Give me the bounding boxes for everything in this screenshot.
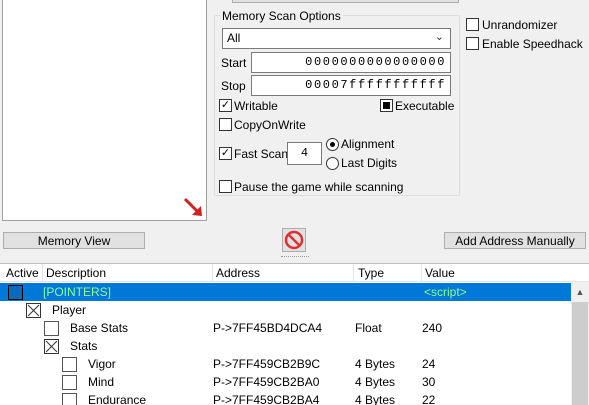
pause-game-checkbox[interactable] [219, 180, 232, 193]
table-row[interactable]: Endurance P->7FF459CB2BA4 4 Bytes 22 [0, 391, 571, 405]
row-description: Stats [70, 339, 98, 353]
row-value: 30 [422, 375, 436, 389]
pause-game-label: Pause the game while scanning [234, 180, 404, 194]
stop-icon [284, 230, 304, 250]
row-value: 240 [422, 321, 443, 335]
active-checkbox[interactable] [26, 303, 41, 318]
row-type: Float [355, 321, 382, 335]
memory-region-value: All [227, 31, 241, 45]
clear-list-button[interactable] [282, 228, 306, 252]
row-value: 22 [422, 393, 436, 405]
speedhack-label: Enable Speedhack [482, 37, 583, 51]
unrandomizer-checkbox[interactable] [466, 18, 479, 31]
row-description: Endurance [88, 393, 147, 405]
alignment-label: Alignment [341, 137, 395, 151]
memory-region-select[interactable]: All ⌄ [222, 28, 451, 49]
header-description[interactable]: Description [46, 267, 106, 280]
row-address: P->7FF45BD4DCA4 [213, 321, 323, 335]
scrollbar-thumb[interactable] [572, 302, 588, 405]
row-description: Base Stats [70, 321, 129, 335]
header-type[interactable]: Type [358, 267, 384, 280]
row-value: <script> [424, 285, 467, 299]
executable-label: Executable [395, 99, 455, 113]
cross-icon [45, 340, 58, 353]
unrandomizer-label: Unrandomizer [482, 18, 558, 32]
scan-button-stub[interactable] [232, 0, 459, 3]
header-separator[interactable] [212, 264, 213, 282]
stop-address-input[interactable]: 00007fffffffffff [251, 75, 451, 96]
active-checkbox[interactable] [44, 339, 59, 354]
fastscan-alignment-input[interactable]: 4 [287, 142, 322, 165]
add-address-manually-button[interactable]: Add Address Manually [444, 232, 586, 249]
fastscan-checkbox[interactable]: ✓ [219, 147, 232, 160]
scroll-up-arrow-icon[interactable]: ▲ [571, 284, 589, 300]
table-row[interactable]: [POINTERS] <script> [0, 283, 571, 301]
memory-view-button[interactable]: Memory View [3, 232, 145, 249]
row-description: [POINTERS] [43, 285, 112, 299]
fastscan-label: Fast Scan [234, 147, 289, 161]
header-separator[interactable] [42, 264, 43, 282]
table-row[interactable]: Mind P->7FF459CB2BA0 4 Bytes 30 [0, 373, 571, 391]
row-address: P->7FF459CB2BA4 [213, 393, 320, 405]
header-separator[interactable] [353, 264, 354, 282]
row-address: P->7FF459CB2BA0 [213, 375, 320, 389]
header-address[interactable]: Address [216, 267, 260, 280]
writable-label: Writable [234, 99, 278, 113]
last-digits-radio[interactable] [326, 157, 339, 170]
chevron-down-icon: ⌄ [434, 31, 444, 43]
active-checkbox[interactable] [8, 285, 23, 300]
speedhack-checkbox[interactable] [466, 37, 479, 50]
active-checkbox[interactable] [62, 375, 77, 390]
start-label: Start [221, 56, 247, 70]
copyonwrite-checkbox[interactable] [219, 118, 232, 131]
alignment-radio[interactable] [326, 138, 339, 151]
header-active[interactable]: Active [6, 267, 39, 280]
header-separator[interactable] [421, 264, 422, 282]
table-row[interactable]: Player [0, 301, 571, 319]
row-description: Player [52, 303, 87, 317]
table-row[interactable]: Base Stats P->7FF45BD4DCA4 Float 240 [0, 319, 571, 337]
executable-checkbox[interactable] [380, 99, 393, 112]
table-row[interactable]: Vigor P->7FF459CB2B9C 4 Bytes 24 [0, 355, 571, 373]
start-address-input[interactable]: 0000000000000000 [251, 52, 451, 73]
header-value[interactable]: Value [425, 267, 455, 280]
found-addresses-list[interactable] [2, 0, 207, 221]
row-type: 4 Bytes [355, 357, 396, 371]
stop-label: Stop [221, 79, 246, 93]
row-type: 4 Bytes [355, 393, 396, 405]
row-description: Mind [88, 375, 115, 389]
cheat-table[interactable]: [POINTERS] <script> Player Base Stats P-… [0, 282, 571, 405]
writable-checkbox[interactable]: ✓ [219, 99, 232, 112]
row-value: 24 [422, 357, 436, 371]
memory-scan-options-title: Memory Scan Options [220, 9, 343, 23]
row-address: P->7FF459CB2B9C [213, 357, 321, 371]
add-to-list-arrow-icon[interactable] [181, 195, 207, 221]
table-row[interactable]: Stats [0, 337, 571, 355]
last-digits-label: Last Digits [341, 156, 398, 170]
row-type: 4 Bytes [355, 375, 396, 389]
cross-icon [27, 304, 40, 317]
active-checkbox[interactable] [44, 321, 59, 336]
active-checkbox[interactable] [62, 357, 77, 372]
splitter-grip[interactable] [281, 256, 309, 259]
copyonwrite-label: CopyOnWrite [234, 118, 306, 132]
active-checkbox[interactable] [62, 393, 77, 405]
row-description: Vigor [88, 357, 116, 371]
